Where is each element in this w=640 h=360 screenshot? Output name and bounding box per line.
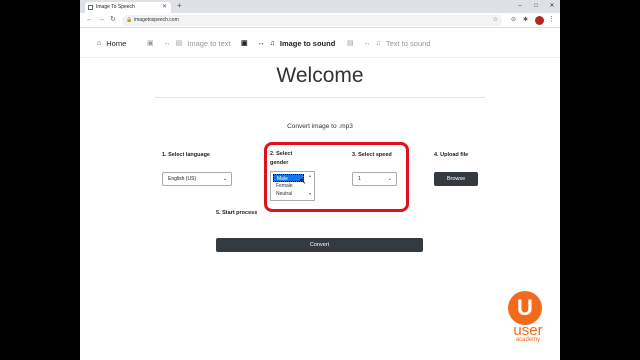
music-icon: ♫ [269,39,275,47]
profile-avatar[interactable] [535,16,544,25]
arrow-both-icon: ↔ [257,39,265,47]
arrow-both-icon: ↔ [363,39,371,47]
tab-strip: Image To Speech ✕ + – □ ✕ [80,0,560,13]
brand-logo-icon: U [508,291,542,325]
minimize-button[interactable]: – [512,0,528,13]
nav-home[interactable]: ⌂ Home [97,28,126,58]
page-subtitle: Convert image to .mp3 [287,123,353,130]
image-icon: ▣ [147,40,154,47]
window-controls: – □ ✕ [512,0,560,13]
document-icon: ▤ [347,40,354,47]
puzzle-icon[interactable]: ✱ [523,13,528,27]
page-title: Welcome [276,64,364,87]
nav-text-to-sound-label: Text to sound [385,38,431,48]
nav-home-label: Home [106,38,127,48]
arrow-both-icon: ↔ [163,39,171,47]
step4-label: 4. Upload file [434,152,469,158]
nav-image-to-sound-label: Image to sound [279,38,336,48]
reload-icon[interactable]: ↻ [110,13,116,27]
new-tab-button[interactable]: + [177,0,182,12]
nav-image-to-text-label: Image to text [187,38,231,48]
document-icon: ▤ [175,40,183,47]
back-icon[interactable]: ← [86,13,93,27]
site-navbar: ⌂ Home ▣ ↔ ▤ Image to text ▣ ↔ ♫ Image t… [80,28,560,58]
convert-button[interactable]: Convert [216,238,423,252]
maximize-button[interactable]: □ [528,0,544,13]
nav-image-to-sound[interactable]: ▣ ↔ ♫ Image to sound [241,28,335,58]
brand-subtitle: academy [515,337,541,343]
language-value: English (US) [168,176,197,182]
image-icon: ▣ [241,40,248,47]
browser-tab[interactable]: Image To Speech ✕ [85,2,171,13]
home-icon: ⌂ [97,39,102,47]
url-field[interactable]: 🔒 imagetospeech.com ☆ [122,15,502,26]
menu-kebab-icon[interactable]: ⋮ [548,13,555,27]
tab-close-icon[interactable]: ✕ [162,2,167,13]
nav-image-to-text[interactable]: ▣ ↔ ▤ Image to text [147,28,231,58]
browser-window: Image To Speech ✕ + – □ ✕ ← → ↻ 🔒 imaget… [80,0,560,360]
lock-icon: 🔒 [126,17,133,23]
forward-icon[interactable]: → [98,13,105,27]
favicon-icon [88,5,93,10]
close-window-button[interactable]: ✕ [544,0,560,13]
music-icon: ♫ [375,39,381,47]
nav-text-to-sound[interactable]: ▤ ↔ ♫ Text to sound [347,28,431,58]
url-text: imagetospeech.com [134,17,179,23]
address-bar-row: ← → ↻ 🔒 imagetospeech.com ☆ ⊝ ✱ ⋮ [80,13,560,28]
browse-button[interactable]: Browse [434,172,478,186]
language-select[interactable]: English (US) ⌄ [162,172,232,186]
step1-label: 1. Select language [162,152,210,158]
step5-label: 5. Start process [216,210,258,216]
page-footer [80,353,560,360]
chevron-down-icon: ⌄ [222,176,227,182]
highlight-box [264,142,409,212]
divider [155,97,485,98]
extension-icon[interactable]: ⊝ [511,13,516,27]
tab-title: Image To Speech [96,4,135,10]
bookmark-star-icon[interactable]: ☆ [493,15,498,26]
